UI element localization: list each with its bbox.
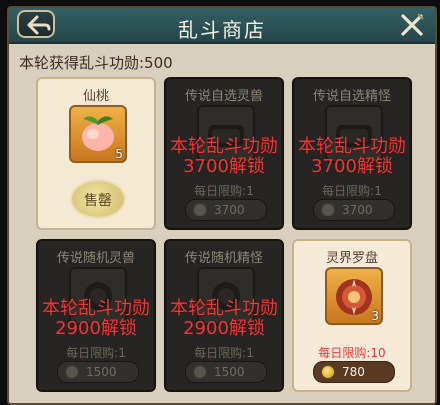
price-button[interactable]: 3700 xyxy=(185,199,267,221)
game-window: 乱斗商店 本轮获得乱斗功勋:500 仙桃 5 售罄 传说自选灵兽 本轮乱斗功勋3… xyxy=(0,0,440,405)
shop-card-legend-spirit-choose[interactable]: 传说自选精怪 本轮乱斗功勋3700解锁 每日限购:1 3700 xyxy=(292,77,412,230)
coin-icon xyxy=(322,204,334,216)
price-amount: 3700 xyxy=(214,203,245,217)
daily-limit: 每日限购:1 xyxy=(194,184,254,198)
shop-grid: 仙桃 5 售罄 传说自选灵兽 本轮乱斗功勋3700解锁 每日限购:1 3700 … xyxy=(28,70,422,400)
close-icon xyxy=(401,13,424,36)
price-button[interactable]: 780 xyxy=(313,361,395,383)
shop-card-legend-spirit-beast-choose[interactable]: 传说自选灵兽 本轮乱斗功勋3700解锁 每日限购:1 3700 xyxy=(164,77,284,230)
item-name: 仙桃 xyxy=(82,89,109,104)
page-title: 乱斗商店 xyxy=(178,18,266,42)
daily-limit: 每日限购:1 xyxy=(66,346,126,360)
item-name: 传说随机精怪 xyxy=(184,251,263,266)
item-slot: 3 xyxy=(325,267,383,325)
price-button[interactable]: 1500 xyxy=(57,361,139,383)
sold-out-label: 售罄 xyxy=(84,193,112,209)
daily-limit: 每日限购:1 xyxy=(322,184,382,198)
coin-icon xyxy=(66,366,78,378)
item-quantity: 3 xyxy=(371,309,379,323)
price-button[interactable]: 1500 xyxy=(185,361,267,383)
shop-card-legend-spirit-beast-random[interactable]: 传说随机灵兽 本轮乱斗功勋2900解锁 每日限购:1 1500 xyxy=(36,239,156,392)
sold-out-badge: 售罄 xyxy=(72,181,124,217)
unlock-requirement: 本轮乱斗功勋3700解锁 xyxy=(298,136,406,177)
item-slot: 5 xyxy=(69,105,127,163)
coin-icon xyxy=(194,366,206,378)
price-amount: 780 xyxy=(342,365,365,379)
item-name: 灵界罗盘 xyxy=(325,251,378,266)
shop-card-peach[interactable]: 仙桃 5 售罄 xyxy=(36,77,156,230)
price-amount: 1500 xyxy=(86,365,117,379)
daily-limit: 每日限购:10 xyxy=(318,346,386,360)
unlock-requirement: 本轮乱斗功勋2900解锁 xyxy=(42,298,150,339)
coin-icon xyxy=(194,204,206,216)
unlock-requirement: 本轮乱斗功勋3700解锁 xyxy=(170,136,278,177)
item-name: 传说自选精怪 xyxy=(312,89,391,104)
item-name: 传说随机灵兽 xyxy=(56,251,135,266)
header-bar: 乱斗商店 xyxy=(9,8,435,44)
item-quantity: 5 xyxy=(115,147,123,161)
shop-card-spirit-compass[interactable]: 灵界罗盘 3 每日限购:10 780 xyxy=(292,239,412,392)
price-amount: 3700 xyxy=(342,203,373,217)
shop-card-legend-spirit-random[interactable]: 传说随机精怪 本轮乱斗功勋2900解锁 每日限购:1 1500 xyxy=(164,239,284,392)
daily-limit: 每日限购:1 xyxy=(194,346,254,360)
coin-icon xyxy=(322,366,334,378)
close-button[interactable] xyxy=(397,10,427,40)
price-amount: 1500 xyxy=(214,365,245,379)
unlock-requirement: 本轮乱斗功勋2900解锁 xyxy=(170,298,278,339)
item-name: 传说自选灵兽 xyxy=(184,89,263,104)
price-button[interactable]: 3700 xyxy=(313,199,395,221)
